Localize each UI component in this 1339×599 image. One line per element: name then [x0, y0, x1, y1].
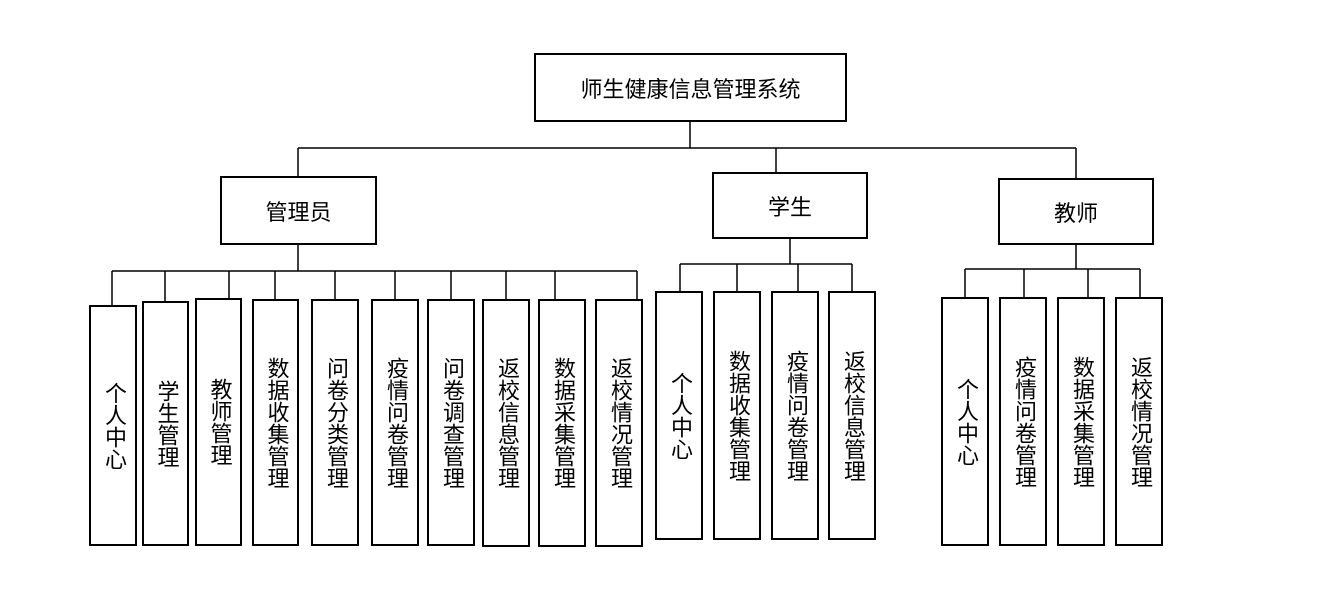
module-node: 数据采集管理 — [538, 299, 586, 547]
module-label: 数据采集管理 — [550, 357, 575, 489]
module-node: 返校信息管理 — [482, 299, 530, 547]
module-label: 问卷分类管理 — [323, 356, 348, 489]
module-label: 教师管理 — [206, 378, 232, 466]
module-node: 数据收集管理 — [713, 291, 761, 540]
module-label: 数据收集管理 — [263, 356, 289, 489]
module-node: 问卷分类管理 — [311, 299, 359, 546]
module-node: 疫情问卷管理 — [371, 299, 419, 546]
role-label: 教师 — [1053, 201, 1098, 227]
role-node-teacher: 教师 — [998, 178, 1154, 245]
module-label: 问卷调查管理 — [439, 356, 464, 489]
role-node-student: 学生 — [712, 172, 868, 239]
module-label: 个人中心 — [953, 377, 978, 466]
module-node: 学生管理 — [142, 301, 189, 546]
module-node: 教师管理 — [195, 298, 242, 546]
module-node: 疫情问卷管理 — [771, 291, 819, 540]
module-label: 返校信息管理 — [840, 349, 865, 482]
module-node: 问卷调查管理 — [427, 299, 475, 546]
module-label: 返校情况管理 — [1127, 355, 1152, 488]
module-label: 返校情况管理 — [607, 357, 632, 489]
module-label: 返校信息管理 — [494, 357, 519, 489]
module-label: 个人中心 — [101, 381, 126, 470]
module-label: 学生管理 — [153, 379, 179, 468]
root-node: 师生健康信息管理系统 — [534, 53, 847, 122]
module-node: 数据收集管理 — [252, 299, 299, 546]
module-label: 疫情问卷管理 — [383, 356, 408, 489]
module-label: 数据收集管理 — [725, 349, 750, 482]
module-label: 疫情问卷管理 — [783, 349, 808, 482]
module-label: 数据采集管理 — [1069, 355, 1094, 488]
module-node: 返校情况管理 — [1115, 297, 1163, 546]
module-node: 数据采集管理 — [1057, 297, 1105, 546]
role-node-admin: 管理员 — [220, 176, 377, 245]
module-node: 返校信息管理 — [828, 291, 876, 540]
module-node: 个人中心 — [655, 291, 703, 540]
module-node: 返校情况管理 — [595, 299, 643, 547]
module-label: 个人中心 — [667, 371, 692, 460]
module-node: 个人中心 — [941, 297, 989, 546]
module-label: 疫情问卷管理 — [1011, 355, 1036, 488]
role-label: 学生 — [767, 195, 812, 221]
role-label: 管理员 — [265, 200, 332, 226]
module-node: 个人中心 — [89, 305, 137, 546]
root-label: 师生健康信息管理系统 — [580, 77, 801, 103]
module-node: 疫情问卷管理 — [999, 297, 1047, 546]
